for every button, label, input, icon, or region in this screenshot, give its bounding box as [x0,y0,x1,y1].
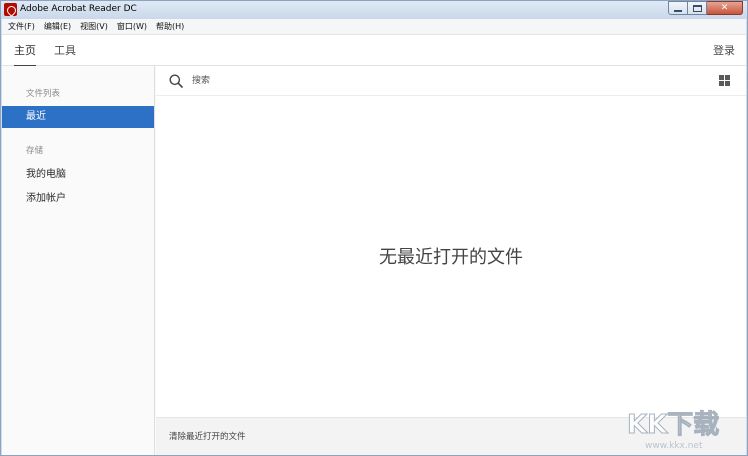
app-content: 主页 工具 登录 文件列表 最近 存储 我的电脑 添加帐户 搜索 无最近打开的文… [2,35,746,455]
window-title: Adobe Acrobat Reader DC [20,4,137,14]
watermark-url: www.kkx.net [645,441,703,451]
close-button[interactable]: ✕ [707,1,743,15]
minimize-icon [674,9,682,12]
sidebar-item-add-account[interactable]: 添加帐户 [2,188,154,210]
top-navigation: 主页 工具 登录 [2,35,746,67]
tab-home[interactable]: 主页 [14,43,36,67]
watermark-brand: KK下载 [627,410,719,440]
search-input[interactable]: 搜索 [192,75,210,87]
grid-cell [725,81,730,86]
menu-help[interactable]: 帮助(H) [156,20,184,34]
main-panel: 搜索 无最近打开的文件 清除最近打开的文件 [156,66,746,455]
clear-recent-link[interactable]: 清除最近打开的文件 [169,431,246,443]
app-window: Adobe Acrobat Reader DC ✕ 文件(F) 编辑(E) 视图… [0,0,748,456]
grid-cell [719,81,724,86]
search-bar[interactable]: 搜索 [156,66,746,96]
grid-view-icon[interactable] [719,75,730,86]
sign-in-link[interactable]: 登录 [713,43,735,58]
sidebar: 文件列表 最近 存储 我的电脑 添加帐户 [2,66,155,455]
empty-state-message: 无最近打开的文件 [379,247,523,268]
menu-edit[interactable]: 编辑(E) [44,20,71,34]
tab-tools[interactable]: 工具 [54,43,76,58]
menu-file[interactable]: 文件(F) [8,20,35,34]
watermark-logo: KK下载 www.kkx.net [627,410,720,452]
search-icon[interactable] [169,74,183,88]
sidebar-item-recent[interactable]: 最近 [2,106,154,128]
menu-bar: 文件(F) 编辑(E) 视图(V) 窗口(W) 帮助(H) [2,19,746,35]
sidebar-heading-files: 文件列表 [26,89,61,99]
acrobat-logo-icon [4,3,17,16]
menu-window[interactable]: 窗口(W) [117,20,147,34]
grid-cell [719,75,724,80]
maximize-button[interactable] [688,1,707,15]
menu-view[interactable]: 视图(V) [80,20,108,34]
title-bar[interactable]: Adobe Acrobat Reader DC ✕ [1,1,747,19]
sidebar-heading-storage: 存储 [26,146,44,156]
window-controls: ✕ [668,1,743,15]
close-icon: ✕ [720,3,729,13]
sidebar-item-my-computer[interactable]: 我的电脑 [2,164,154,186]
maximize-icon [692,4,702,12]
grid-cell [725,75,730,80]
minimize-button[interactable] [668,1,688,15]
